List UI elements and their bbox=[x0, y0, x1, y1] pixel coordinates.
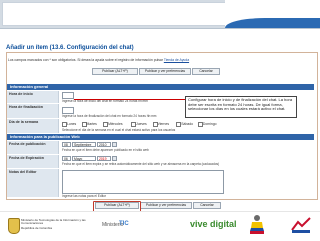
save-and-view-button-bottom[interactable]: Publicar y ver preferencias bbox=[140, 202, 192, 209]
editor-notes-hint: Ingrese las notas para el Editor bbox=[62, 194, 107, 198]
required-fields-note: Los campos marcados con * son obligatori… bbox=[8, 58, 190, 62]
cancel-button-bottom[interactable]: Cancelar bbox=[193, 202, 221, 209]
weekday-label-4: Viernes bbox=[157, 121, 170, 126]
pub-year-select[interactable]: 2010 bbox=[97, 142, 111, 147]
start-time-input[interactable] bbox=[62, 92, 74, 99]
weekday-label-5: Sábado bbox=[181, 121, 193, 126]
vive-digital-logo: vive digital bbox=[190, 219, 237, 229]
weekday-label-1: Martes bbox=[86, 121, 97, 126]
exp-day-select[interactable]: 06 bbox=[62, 156, 71, 161]
prosperity-logo-icon bbox=[290, 216, 312, 234]
ministry-country: República de Colombia bbox=[21, 226, 53, 230]
weekday-hint: Seleccione el día de la semana en el cua… bbox=[62, 128, 176, 132]
instruction-callout: Configurar hora de inicio y de finalizac… bbox=[185, 96, 297, 118]
banner-title-box bbox=[2, 2, 226, 26]
weekday-label-6: Domingo bbox=[202, 121, 217, 126]
banner-swoosh bbox=[225, 0, 320, 28]
weekday-label: Día de la semana bbox=[7, 119, 59, 133]
expiration-date-hint: Fecha en que el item expira y se retira … bbox=[62, 162, 220, 166]
pub-day-select[interactable]: 08 bbox=[62, 142, 71, 147]
callout-pointer-line bbox=[74, 99, 185, 100]
pub-calendar-icon[interactable] bbox=[112, 142, 117, 147]
coat-of-arms-logo bbox=[8, 218, 20, 234]
editor-notes-textarea[interactable] bbox=[62, 170, 224, 194]
pub-month-select[interactable]: Septiembre bbox=[72, 142, 96, 147]
cancel-button-top[interactable]: Cancelar bbox=[192, 68, 220, 75]
page-title: Añadir un ítem (13.6. Configuración del … bbox=[6, 45, 134, 51]
publication-date-hint: Fecha en que el item debe aparecer publi… bbox=[62, 148, 149, 152]
publication-date-label: Fecha de publicación bbox=[7, 141, 59, 154]
save-button-top[interactable]: Publicar (ALT+P) bbox=[92, 68, 138, 75]
end-time-label: Hora de finalización bbox=[7, 104, 59, 118]
end-time-input[interactable] bbox=[62, 107, 74, 114]
tic-logo-text: TIC bbox=[119, 221, 129, 227]
section-general-header: Información general bbox=[7, 84, 314, 90]
editor-notes-label: Notas del Editor bbox=[7, 169, 59, 197]
exp-calendar-icon[interactable] bbox=[112, 156, 117, 161]
section-web-header: Información para la publicación Web bbox=[7, 134, 314, 140]
help-link[interactable]: Tienda de Ayuda bbox=[164, 58, 189, 62]
exp-month-select[interactable]: Mayo bbox=[72, 156, 96, 161]
colombia-flag-figure-icon bbox=[250, 215, 264, 234]
save-and-view-button-top[interactable]: Publicar y ver preferencias bbox=[139, 68, 191, 75]
ministry-name: Ministerio de Tecnologías de la Informac… bbox=[21, 218, 86, 226]
expiration-date-label: Fecha de Expiración bbox=[7, 155, 59, 168]
start-time-label: Hora de inicio bbox=[7, 91, 59, 103]
exp-year-select[interactable]: 2019 bbox=[97, 156, 111, 161]
weekday-label-2: Miércoles bbox=[108, 121, 123, 126]
weekday-label-3: Jueves bbox=[136, 121, 147, 126]
weekday-label-0: Lunes bbox=[67, 121, 77, 126]
top-banner bbox=[0, 0, 320, 29]
